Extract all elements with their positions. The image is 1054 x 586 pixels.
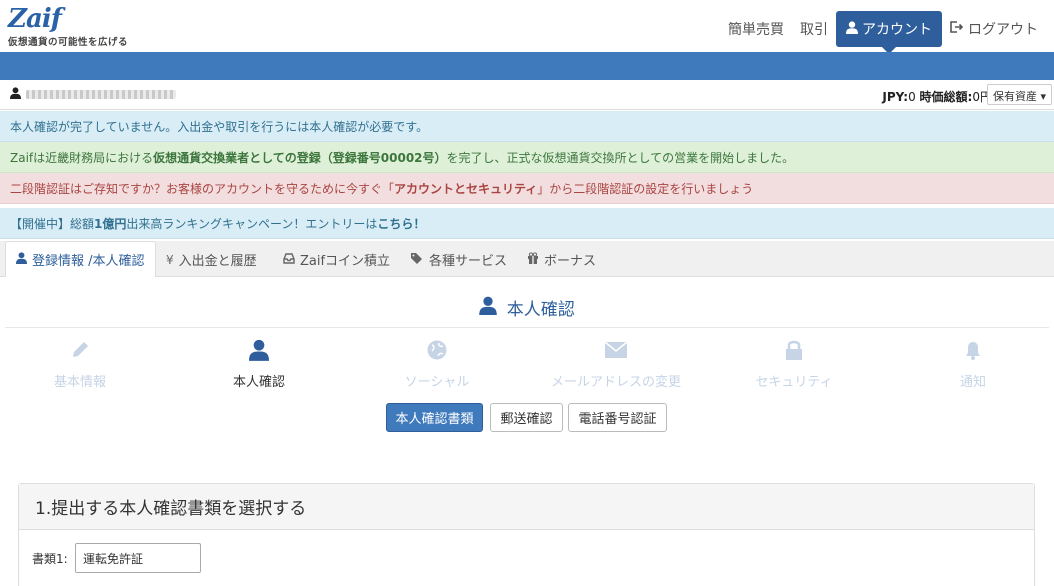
tab-zaif-coin-label: Zaifコイン積立: [300, 254, 391, 269]
tab-services[interactable]: 各種サービス: [400, 241, 517, 278]
tab-services-label: 各種サービス: [429, 254, 508, 269]
nav-account-label: アカウント: [862, 22, 932, 38]
logo-tagline: 仮想通貨の可能性を広げる: [8, 37, 129, 48]
panel-heading: 1.提出する本人確認書類を選択する: [19, 484, 1034, 530]
holdings-dropdown[interactable]: 保有資産 ▾: [986, 84, 1052, 105]
title-divider: [5, 327, 1049, 328]
user-icon: [10, 87, 21, 102]
document-label: 書類1:: [32, 552, 68, 566]
twofa-text-pre: 二段階認証はご存知ですか？お客様のアカウントを守るために今すぐ「: [10, 181, 395, 196]
documents-button-label: 本人確認書類: [395, 412, 474, 427]
reg-text-bold: 仮想通貨交換業者としての登録（登録番号00002号）: [153, 150, 447, 165]
phone-button[interactable]: 電話番号認証: [568, 403, 667, 432]
jpy-label: JPY:: [882, 90, 909, 104]
tab-registration-label: 登録情報 /本人確認: [32, 254, 145, 269]
yen-icon: ¥: [166, 252, 174, 267]
reg-text-post: を完了し、正式な仮想通貨交換所としての営業を開始しました。: [446, 150, 795, 165]
campaign-text-mid: 出来高ランキングキャンペーン！エントリーは: [126, 216, 378, 231]
reg-text-pre: Zaifは近畿財務局における: [10, 150, 154, 165]
tab-bonus[interactable]: ボーナス: [517, 241, 606, 278]
step-security-label: セキュリティ: [755, 375, 833, 390]
document-select-panel: 1.提出する本人確認書類を選択する 書類1: 運転免許証: [18, 483, 1035, 586]
nav-account[interactable]: アカウント: [836, 11, 942, 54]
page-title-text: 本人確認: [506, 300, 575, 320]
step-identity[interactable]: 本人確認: [189, 339, 329, 390]
postal-button[interactable]: 郵送確認: [490, 403, 563, 432]
tab-registration[interactable]: 登録情報 /本人確認: [5, 241, 156, 278]
inbox-icon: [283, 252, 295, 267]
pencil-icon: [10, 339, 150, 367]
postal-button-label: 郵送確認: [500, 412, 553, 427]
nav-trade[interactable]: 取引: [792, 11, 836, 47]
user-icon: [16, 252, 27, 267]
registration-alert: Zaifは近畿財務局における 仮想通貨交換業者としての登録（登録番号00002号）…: [0, 142, 1054, 173]
document-type-value: 運転免許証: [83, 551, 144, 566]
campaign-alert: 【開催中】総額 1億円 出来高ランキングキャンペーン！エントリーは こちら！: [0, 208, 1054, 239]
top-nav: 簡単売買 取引 アカウント ログアウト: [720, 11, 1046, 54]
nav-trade-label: 取引: [800, 22, 828, 38]
bell-icon: [903, 339, 1043, 367]
tab-zaif-coin[interactable]: Zaifコイン積立: [273, 241, 400, 278]
tab-deposit[interactable]: ¥ 入出金と履歴: [156, 241, 267, 278]
main-content: 本人確認 基本情報 本人確認 ソーシャル メールアドレスの変更 セキュリティ 通…: [5, 277, 1049, 586]
balance-summary: JPY:0 時価総額:0円: [882, 88, 992, 105]
header-color-bar: [0, 52, 1054, 80]
user-bar: JPY:0 時価総額:0円 保有資産 ▾: [0, 80, 1054, 110]
step-notify[interactable]: 通知: [903, 339, 1043, 390]
gift-icon: [527, 252, 539, 267]
logo-text: Zaif: [8, 4, 62, 34]
globe-icon: [367, 339, 507, 367]
kyc-alert: 本人確認が完了していません。入出金や取引を行うには本人確認が必要です。: [0, 111, 1054, 142]
username-masked: [26, 90, 176, 99]
phone-button-label: 電話番号認証: [578, 412, 657, 427]
twofa-link[interactable]: アカウントとセキュリティ: [394, 180, 537, 197]
step-basic-info[interactable]: 基本情報: [10, 339, 150, 390]
nav-simple-trade-label: 簡単売買: [728, 22, 784, 38]
document-type-select[interactable]: 運転免許証: [75, 543, 201, 573]
page-title: 本人確認: [5, 295, 1049, 320]
zaif-logo[interactable]: Zaif 仮想通貨の可能性を広げる: [8, 6, 128, 48]
logout-icon: [950, 21, 964, 37]
site-header: Zaif 仮想通貨の可能性を広げる 簡単売買 取引 アカウント ログアウト: [0, 0, 1054, 54]
total-label: 時価総額:: [919, 90, 973, 104]
tab-bonus-label: ボーナス: [544, 254, 597, 269]
nav-logout-label: ログアウト: [968, 22, 1038, 38]
jpy-value: 0: [908, 90, 916, 104]
step-social[interactable]: ソーシャル: [367, 339, 507, 390]
lock-icon: [724, 339, 864, 367]
step-email[interactable]: メールアドレスの変更: [546, 339, 686, 390]
caret-down-icon: ▾: [1040, 90, 1046, 103]
nav-simple-trade[interactable]: 簡単売買: [720, 11, 792, 47]
kyc-alert-text: 本人確認が完了していません。入出金や取引を行うには本人確認が必要です。: [10, 119, 429, 134]
step-social-label: ソーシャル: [404, 375, 470, 390]
documents-button[interactable]: 本人確認書類: [386, 403, 483, 432]
user-icon: [846, 20, 858, 38]
envelope-icon: [546, 339, 686, 367]
twofa-text-post: 」から二段階認証の設定を行いましょう: [537, 181, 754, 196]
user-icon: [189, 339, 329, 367]
campaign-text-pre: 【開催中】総額: [10, 216, 95, 231]
step-email-label: メールアドレスの変更: [550, 375, 681, 390]
user-icon: [479, 296, 502, 320]
step-basic-label: 基本情報: [53, 375, 106, 390]
campaign-link[interactable]: こちら！: [377, 215, 425, 232]
tab-deposit-label: 入出金と履歴: [178, 254, 257, 269]
campaign-amount: 1億円: [94, 216, 127, 231]
step-identity-label: 本人確認: [232, 375, 285, 390]
nav-logout[interactable]: ログアウト: [942, 11, 1046, 47]
twofa-alert: 二段階認証はご存知ですか？お客様のアカウントを守るために今すぐ「 アカウントとセキ…: [0, 173, 1054, 204]
step-security[interactable]: セキュリティ: [724, 339, 864, 390]
holdings-label: 保有資産: [992, 90, 1037, 103]
step-notify-label: 通知: [959, 375, 986, 390]
tags-icon: [410, 252, 424, 267]
account-tabs: 登録情報 /本人確認 ¥ 入出金と履歴 Zaifコイン積立 各種サービス ボーナ…: [0, 241, 1054, 278]
